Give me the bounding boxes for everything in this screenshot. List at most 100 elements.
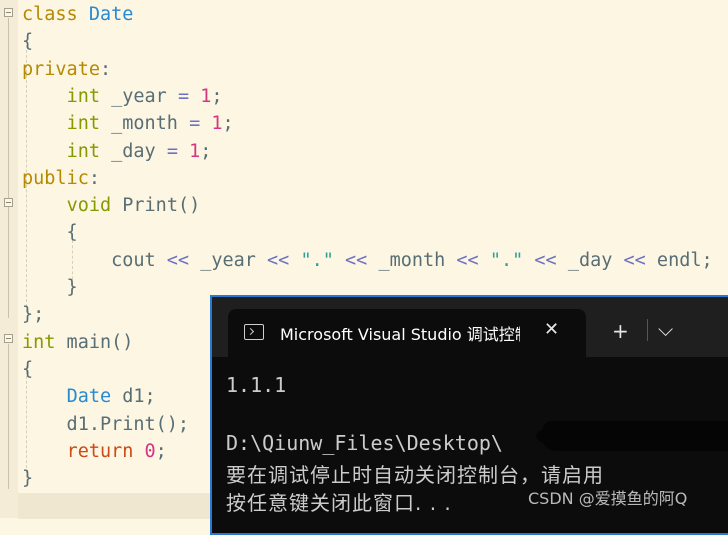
code-token: Print() [111, 195, 201, 217]
code-line[interactable]: } [22, 465, 33, 492]
code-token: d1.Print(); [22, 413, 190, 435]
code-token: main() [55, 331, 134, 353]
code-token: return [66, 440, 134, 462]
code-line[interactable]: return 0; [22, 438, 167, 465]
code-token: ; [211, 85, 223, 107]
new-tab-button[interactable]: + [612, 319, 629, 343]
watermark: CSDN @爱摸鱼的阿Q [528, 489, 688, 508]
code-token: ; [200, 140, 212, 162]
code-token: << [534, 249, 557, 271]
fold-toggle-main[interactable] [4, 334, 13, 343]
code-line[interactable]: void Print() [22, 192, 201, 219]
code-token: void [66, 195, 112, 217]
code-token: = [189, 113, 201, 135]
code-token: = [177, 85, 190, 107]
code-line[interactable]: class Date [22, 1, 133, 28]
code-token: Date [88, 4, 134, 25]
code-token: }; [22, 304, 45, 326]
code-line[interactable]: int _year = 1; [22, 83, 223, 110]
code-token: } [22, 277, 78, 298]
code-token: _day [99, 140, 167, 162]
code-token: } [22, 468, 34, 490]
terminal-icon [244, 324, 264, 340]
terminal-tab-bar: Microsoft Visual Studio 调试控制台 ✕ + ⌵ [212, 297, 728, 357]
code-token: int [66, 140, 100, 162]
close-tab-button[interactable]: ✕ [544, 319, 559, 340]
code-line[interactable]: { [22, 219, 78, 246]
debug-console-window[interactable]: Microsoft Visual Studio 调试控制台 ✕ + ⌵ 1.1.… [210, 295, 728, 535]
code-token: { [22, 358, 34, 380]
code-token: public [22, 167, 89, 189]
code-line[interactable]: int _day = 1; [22, 138, 212, 165]
code-token: 1 [200, 85, 212, 107]
code-token: class [22, 4, 89, 25]
dropdown-chevron-icon[interactable]: ⌵ [658, 317, 673, 341]
tab-bar-separator [647, 319, 648, 341]
code-line[interactable]: { [22, 28, 33, 55]
code-line[interactable]: { [22, 356, 33, 383]
terminal-tab[interactable]: Microsoft Visual Studio 调试控制台 ✕ [228, 309, 586, 357]
fold-line-main [8, 344, 9, 489]
code-token: _month [99, 113, 190, 135]
fold-toggle-print[interactable] [4, 198, 13, 207]
code-token: "." [489, 249, 524, 271]
code-token: d1; [111, 386, 156, 408]
code-token: { [22, 222, 78, 244]
code-token: 1 [189, 140, 201, 162]
code-token: << [456, 249, 479, 271]
code-line[interactable]: }; [22, 301, 44, 328]
code-token: _day [556, 249, 624, 271]
code-line[interactable]: cout << _year << "." << _month << "." <<… [22, 247, 713, 274]
output-line-path: D:\Qiunw_Files\Desktop\ [226, 431, 503, 455]
code-token: _month [367, 249, 457, 271]
code-line[interactable]: int _month = 1; [22, 110, 234, 137]
output-line-hint: 要在调试停止时自动关闭控制台，请启用 [226, 463, 604, 487]
code-token: << [267, 249, 290, 271]
code-token: endl; [645, 249, 713, 271]
redaction-scribble [536, 421, 728, 451]
code-token: "." [300, 249, 334, 271]
code-line[interactable]: d1.Print(); [22, 411, 190, 438]
code-token: 1 [211, 113, 223, 135]
code-line[interactable]: Date d1; [22, 383, 156, 410]
code-line[interactable]: private: [22, 56, 111, 83]
fold-line-class [8, 18, 9, 318]
code-token: << [345, 249, 368, 271]
code-token: Date [66, 386, 112, 408]
code-line[interactable]: public: [22, 165, 100, 192]
code-token: : [99, 58, 112, 80]
output-line-result: 1.1.1 [226, 373, 287, 397]
code-token: ; [222, 113, 234, 135]
output-line-press-key: 按任意键关闭此窗口. . . [226, 491, 452, 515]
code-token: ; [155, 440, 167, 462]
code-line[interactable]: int main() [22, 329, 133, 356]
code-token: _year [189, 249, 268, 271]
code-token: = [166, 140, 178, 162]
code-token: int [22, 331, 56, 353]
code-token: 0 [144, 440, 156, 462]
code-token: _year [99, 85, 178, 107]
tab-title: Microsoft Visual Studio 调试控制台 [280, 325, 520, 344]
code-token: cout [22, 249, 167, 271]
code-token: { [22, 31, 34, 53]
code-token: private [22, 58, 100, 80]
fold-toggle-class[interactable] [4, 8, 13, 17]
code-token: << [166, 249, 190, 271]
code-token: int [66, 113, 100, 135]
code-line[interactable]: } [22, 274, 78, 301]
code-token: << [623, 249, 646, 271]
